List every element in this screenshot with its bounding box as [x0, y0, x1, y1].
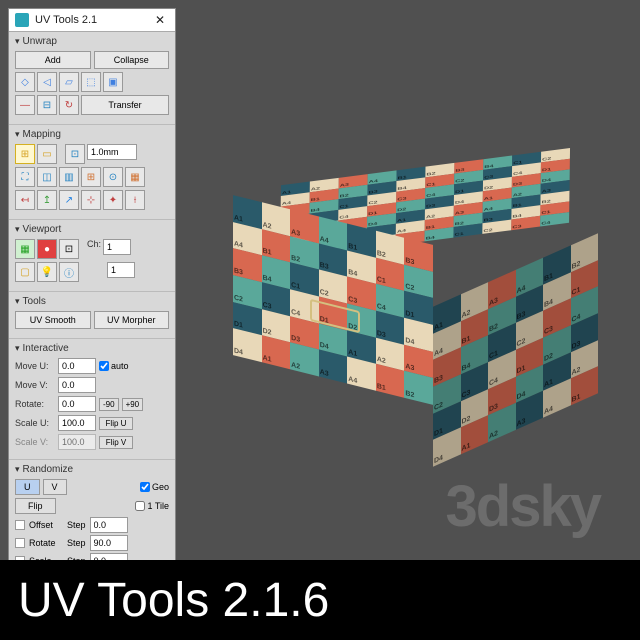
add-button[interactable]: Add — [15, 51, 91, 69]
align-icon[interactable]: ◫ — [37, 167, 57, 187]
normalize-icon[interactable]: ▥ — [59, 167, 79, 187]
offset-label: Offset — [29, 520, 63, 530]
rotate-input[interactable] — [58, 396, 96, 412]
move-u-input[interactable] — [58, 358, 96, 374]
seam-icon[interactable]: — — [15, 95, 35, 115]
offset-step-input[interactable] — [90, 517, 128, 533]
sel-object-icon[interactable]: ▣ — [103, 72, 123, 92]
close-button[interactable]: ✕ — [151, 13, 169, 27]
fit-icon[interactable]: ⛶ — [15, 167, 35, 187]
rotate-step-label: Step — [67, 538, 86, 548]
footer-banner: UV Tools 2.1.6 — [0, 560, 640, 640]
collapse-button[interactable]: Collapse — [94, 51, 170, 69]
view-icon[interactable]: ▦ — [125, 167, 145, 187]
viewport-preview: A1A2A3A4B1B2B3B4C1C2A4B1B2B3B4C1C2C3C4D1… — [200, 60, 620, 480]
window-title: UV Tools 2.1 — [35, 14, 151, 26]
sel-vertex-icon[interactable]: ◇ — [15, 72, 35, 92]
move-v-input[interactable] — [58, 377, 96, 393]
checker-icon[interactable]: ▦ — [15, 239, 35, 259]
y-axis-icon[interactable]: ↥ — [37, 190, 57, 210]
scale-u-label: Scale U: — [15, 418, 55, 428]
rand-rotate-label: Rotate — [29, 538, 63, 548]
sel-edge-icon[interactable]: ◁ — [37, 72, 57, 92]
unwrap-header[interactable]: Unwrap — [15, 36, 169, 47]
light-icon[interactable]: 💡 — [37, 262, 57, 282]
tile-checkbox[interactable]: 1 Tile — [135, 501, 169, 511]
shaded-icon[interactable]: ● — [37, 239, 57, 259]
tools-header[interactable]: Tools — [15, 296, 169, 307]
sel-element-icon[interactable]: ⬚ — [81, 72, 101, 92]
avg-icon[interactable]: ⊹ — [81, 190, 101, 210]
ch-label: Ch: — [87, 239, 101, 259]
real-world-icon[interactable]: ⊡ — [65, 144, 85, 164]
transfer-button[interactable]: Transfer — [81, 95, 169, 115]
uv-tools-panel: UV Tools 2.1 ✕ Unwrap Add Collapse ◇ ◁ ▱… — [8, 8, 176, 578]
watermark-text: 3dsky — [446, 473, 600, 540]
sub-input[interactable] — [107, 262, 135, 278]
scale-u-input[interactable] — [58, 415, 96, 431]
wire-icon[interactable]: ⊡ — [59, 239, 79, 259]
auto-checkbox[interactable]: auto — [99, 361, 129, 371]
scale-v-input[interactable] — [58, 434, 96, 450]
transfer-icon[interactable]: ↻ — [59, 95, 79, 115]
mapping-section: Mapping ⊞ ▭ ⊡ ⛶ ◫ ▥ ⊞ ⊙ ▦ ↤ ↥ ↗ ⊹ ✦ ⟊ — [9, 125, 175, 220]
rot-plus-90-button[interactable]: +90 — [122, 398, 144, 411]
titlebar[interactable]: UV Tools 2.1 ✕ — [9, 9, 175, 32]
footer-title: UV Tools 2.1.6 — [18, 573, 329, 628]
box-side-face: A1A2A3A4B1B2A4B1B2B3B4C1B3B4C1C2C3C4C2C3… — [433, 233, 598, 466]
box-map-icon[interactable]: ⊞ — [15, 144, 35, 164]
rand-flip-button[interactable]: Flip — [15, 498, 56, 514]
tools-section: Tools UV Smooth UV Morpher — [9, 292, 175, 339]
interactive-section: Interactive Move U: auto Move V: Rotate:… — [9, 339, 175, 460]
center-icon[interactable]: ⊙ — [103, 167, 123, 187]
app-logo-icon — [15, 13, 29, 27]
offset-step-label: Step — [67, 520, 86, 530]
viewport-header[interactable]: Viewport — [15, 224, 169, 235]
rotate-step-input[interactable] — [90, 535, 128, 551]
flip-u-button[interactable]: Flip U — [99, 417, 133, 430]
mapping-header[interactable]: Mapping — [15, 129, 169, 140]
uv-smooth-button[interactable]: UV Smooth — [15, 311, 91, 329]
scale-v-label: Scale V: — [15, 437, 55, 447]
interactive-header[interactable]: Interactive — [15, 343, 169, 354]
quick-icon[interactable]: ✦ — [103, 190, 123, 210]
info-icon[interactable]: ⓘ — [59, 262, 79, 282]
unwrap-section: Unwrap Add Collapse ◇ ◁ ▱ ⬚ ▣ — ⊟ ↻ Tran… — [9, 32, 175, 125]
randomize-header[interactable]: Randomize — [15, 464, 169, 475]
move-v-label: Move V: — [15, 380, 55, 390]
rotate-check[interactable] — [15, 538, 25, 548]
z-axis-icon[interactable]: ↗ — [59, 190, 79, 210]
viewport-section: Viewport ▦ ● ⊡ Ch: ▢ 💡 ⓘ — [9, 220, 175, 292]
flatten-icon[interactable]: ⟊ — [125, 190, 145, 210]
offset-check[interactable] — [15, 520, 25, 530]
seams-icon[interactable]: ▢ — [15, 262, 35, 282]
size-input[interactable] — [87, 144, 137, 160]
sel-face-icon[interactable]: ▱ — [59, 72, 79, 92]
rotate-label: Rotate: — [15, 399, 55, 409]
reset-icon[interactable]: ⊞ — [81, 167, 101, 187]
planar-map-icon[interactable]: ▭ — [37, 144, 57, 164]
rot-minus-90-button[interactable]: -90 — [99, 398, 119, 411]
grow-icon[interactable]: ⊟ — [37, 95, 57, 115]
rand-u-button[interactable]: U — [15, 479, 40, 495]
channel-input[interactable] — [103, 239, 131, 255]
rand-v-button[interactable]: V — [43, 479, 67, 495]
move-u-label: Move U: — [15, 361, 55, 371]
uv-morpher-button[interactable]: UV Morpher — [94, 311, 170, 329]
flip-v-button[interactable]: Flip V — [99, 436, 133, 449]
geo-checkbox[interactable]: Geo — [140, 482, 169, 492]
x-axis-icon[interactable]: ↤ — [15, 190, 35, 210]
